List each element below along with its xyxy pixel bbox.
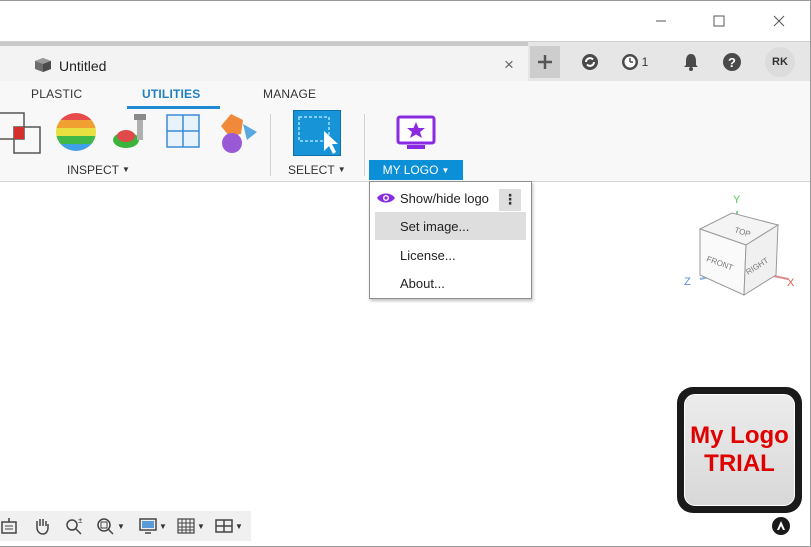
mylogo-overlay-inner: My Logo TRIAL	[684, 394, 795, 506]
more-options-button[interactable]: ⋮	[499, 189, 521, 211]
grid-settings-button[interactable]: ▼	[176, 516, 205, 536]
title-bar	[0, 1, 810, 41]
axis-y-label: Y	[733, 194, 741, 206]
mylogo-overlay: My Logo TRIAL	[677, 387, 802, 513]
plus-icon	[538, 55, 552, 69]
app-window: Untitled × 1 ? RK PLASTIC UTILITIES MANA…	[0, 0, 811, 547]
menu-item-show-hide-logo[interactable]: Show/hide logo ⋮	[370, 184, 531, 212]
menu-item-label: About...	[400, 276, 445, 291]
mylogo-dropdown-menu: Show/hide logo ⋮ Set image... License...…	[369, 181, 532, 299]
inspect-group-label[interactable]: INSPECT ▼	[67, 163, 130, 177]
zebra-analysis-icon[interactable]	[55, 110, 99, 154]
document-tab-bar: Untitled × 1 ? RK	[0, 41, 810, 82]
chevron-down-icon: ▼	[235, 521, 243, 531]
orbit-icon	[1, 518, 17, 534]
maximize-button[interactable]	[696, 7, 742, 35]
menu-item-about[interactable]: About...	[370, 269, 531, 297]
zoom-window-icon	[97, 518, 114, 535]
sync-button[interactable]	[578, 50, 602, 74]
ribbon-separator	[364, 114, 365, 176]
chevron-down-icon: ▼	[122, 165, 130, 174]
menu-item-license[interactable]: License...	[370, 241, 531, 269]
user-avatar[interactable]: RK	[765, 47, 795, 77]
svg-text:?: ?	[728, 55, 736, 70]
select-box-icon	[298, 116, 338, 154]
mylogo-dropdown-button[interactable]: MY LOGO ▼	[369, 160, 463, 180]
close-icon	[773, 15, 785, 27]
display-settings-button[interactable]: ▼	[138, 516, 167, 536]
maximize-icon	[713, 15, 725, 27]
inspect-label-text: INSPECT	[67, 163, 120, 177]
close-button[interactable]	[756, 7, 802, 35]
chevron-down-icon: ▼	[337, 165, 346, 174]
bell-icon	[684, 54, 698, 71]
tab-manage[interactable]: MANAGE	[263, 87, 316, 101]
orbit-tool-button[interactable]	[0, 516, 20, 536]
interference-icon[interactable]	[0, 110, 44, 154]
document-cube-icon	[35, 58, 51, 72]
draft-analysis-icon[interactable]	[110, 110, 154, 154]
help-button[interactable]: ?	[721, 50, 743, 74]
axis-z-label: Z	[684, 276, 691, 288]
viewports-button[interactable]: ▼	[214, 516, 243, 536]
zoom-tool-button[interactable]: ±	[64, 516, 84, 536]
select-tool-button[interactable]	[293, 110, 341, 156]
new-tab-button[interactable]	[530, 46, 560, 78]
monitor-star-icon[interactable]	[395, 114, 439, 154]
zoom-icon: ±	[66, 516, 83, 535]
menu-item-set-image[interactable]: Set image...	[375, 212, 526, 240]
eye-icon	[377, 193, 395, 203]
sync-icon	[582, 54, 598, 70]
pan-hand-icon	[36, 519, 49, 535]
close-tab-button[interactable]: ×	[500, 56, 518, 74]
notifications-button[interactable]	[680, 50, 702, 74]
menu-item-label: Set image...	[400, 219, 470, 234]
clock-icon	[621, 54, 638, 70]
minimize-icon	[656, 20, 666, 22]
active-tab-indicator	[127, 106, 220, 109]
axis-x-label: X	[787, 277, 795, 289]
job-status-button[interactable]: 1	[616, 50, 652, 74]
chevron-down-icon: ▼	[159, 521, 167, 531]
grid-icon	[177, 518, 195, 534]
help-icon: ?	[723, 53, 741, 71]
jobs-count: 1	[641, 55, 649, 69]
svg-text:±: ±	[78, 516, 83, 525]
chevron-down-icon: ▼	[197, 521, 205, 531]
shapes-analysis-icon[interactable]	[217, 110, 259, 154]
pan-tool-button[interactable]	[32, 516, 52, 536]
viewports-icon	[215, 519, 233, 533]
logo-text-line1: My Logo	[690, 422, 789, 449]
document-title: Untitled	[59, 58, 107, 74]
navigation-bar: ± ▼ ▼ ▼ ▼	[0, 511, 251, 541]
autodesk-logo-icon	[772, 517, 790, 535]
select-group-label[interactable]: SELECT ▼	[288, 163, 346, 177]
minimize-button[interactable]	[638, 7, 684, 35]
display-monitor-icon	[139, 518, 157, 534]
ribbon-separator	[270, 114, 271, 176]
document-tab[interactable]: Untitled ×	[0, 42, 528, 82]
tab-utilities[interactable]: UTILITIES	[142, 87, 200, 101]
section-analysis-icon[interactable]	[163, 110, 203, 154]
chevron-down-icon: ▼	[117, 521, 125, 531]
logo-text-line2: TRIAL	[704, 450, 775, 477]
tab-plastic[interactable]: PLASTIC	[31, 87, 82, 101]
fit-tool-button[interactable]: ▼	[96, 516, 125, 536]
viewcube-icon[interactable]: Y Z X TOP FRONT RIGHT	[680, 191, 798, 303]
menu-item-label: Show/hide logo	[400, 191, 489, 206]
chevron-down-icon: ▼	[441, 165, 450, 175]
select-label-text: SELECT	[288, 163, 335, 177]
mylogo-label-text: MY LOGO	[382, 163, 439, 177]
menu-item-label: License...	[400, 248, 456, 263]
